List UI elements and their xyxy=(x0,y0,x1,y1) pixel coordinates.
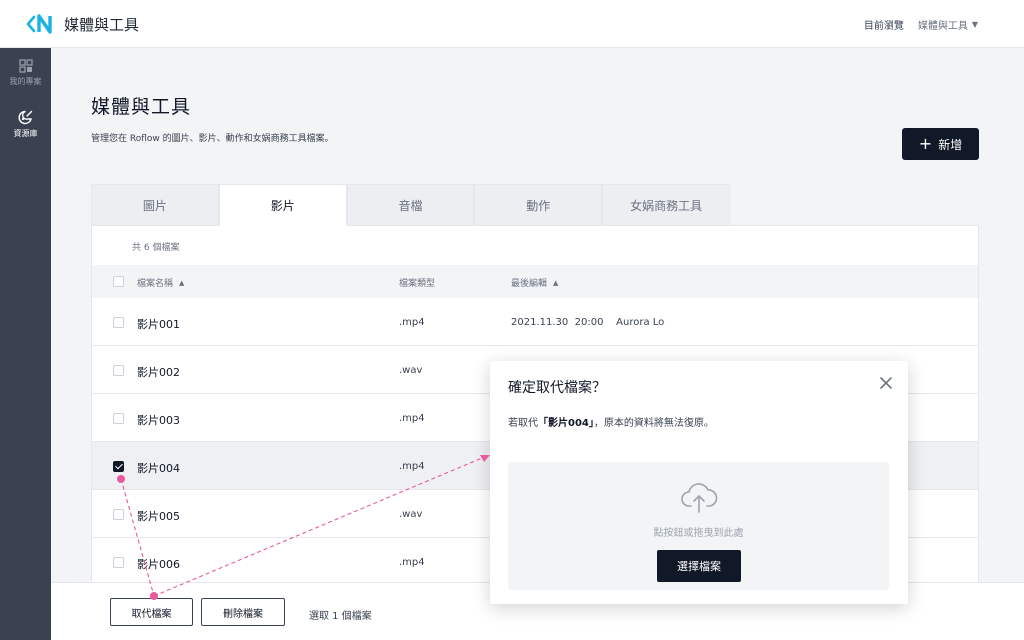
file-type: .mp4 xyxy=(399,557,425,568)
column-edited-label: 最後編輯 xyxy=(511,279,548,289)
row-checkbox[interactable] xyxy=(113,509,124,520)
file-type: .mp4 xyxy=(399,413,425,424)
sidebar-item-my-projects[interactable]: 我的專案 xyxy=(0,59,51,87)
view-switcher: 目前瀏覽 媒體與工具 ▼ xyxy=(864,17,978,32)
tab-commerce-tools[interactable]: 女娲商務工具 xyxy=(602,184,730,226)
row-checkbox[interactable] xyxy=(113,461,124,472)
replace-file-dialog: 確定取代檔案？ 若取代「影片004」，原本的資料將無法復原。 點按鈕或拖曳到此處… xyxy=(490,361,908,604)
table-row[interactable]: 影片001 .mp4 2021.11.30 20:00 Aurora Lo xyxy=(92,298,978,346)
top-bar: 媒體與工具 目前瀏覽 媒體與工具 ▼ xyxy=(0,0,1024,48)
replace-file-button[interactable]: 取代檔案 xyxy=(110,598,193,626)
media-tabs: 圖片 影片 音檔 動作 女娲商務工具 xyxy=(91,184,730,226)
row-checkbox[interactable] xyxy=(113,557,124,568)
roflow-logo-icon[interactable] xyxy=(26,12,56,36)
tab-images[interactable]: 圖片 xyxy=(91,184,219,226)
row-checkbox[interactable] xyxy=(113,365,124,376)
column-edited-header[interactable]: 最後編輯 ▲ xyxy=(511,276,559,290)
add-button[interactable]: + 新增 xyxy=(902,128,979,160)
file-type: .wav xyxy=(399,365,423,376)
file-type: .mp4 xyxy=(399,317,425,328)
file-name: 影片002 xyxy=(137,366,180,379)
file-type: .mp4 xyxy=(399,461,425,472)
sidebar: 我的專案 資源庫 xyxy=(0,48,51,640)
sort-icon: ▲ xyxy=(553,278,559,287)
file-last-edited: 2021.11.30 20:00 Aurora Lo xyxy=(511,317,665,328)
current-view-label: 目前瀏覽 xyxy=(863,21,904,32)
close-icon[interactable] xyxy=(878,375,894,391)
add-button-label: 新增 xyxy=(938,137,963,152)
dialog-message-file: 「影片004」 xyxy=(538,418,594,429)
tab-videos[interactable]: 影片 xyxy=(218,184,347,226)
column-type-header: 檔案類型 xyxy=(399,276,435,289)
dropzone-hint: 點按鈕或拖曳到此處 xyxy=(653,528,744,539)
file-dropzone[interactable]: 點按鈕或拖曳到此處 選擇檔案 xyxy=(508,462,889,590)
choose-file-button[interactable]: 選擇檔案 xyxy=(657,550,741,582)
select-all-checkbox[interactable] xyxy=(113,276,124,287)
page-description: 管理您在 Roflow 的圖片、影片、動作和女娲商務工具檔案。 xyxy=(91,134,334,144)
app-title: 媒體與工具 xyxy=(64,16,140,34)
row-checkbox[interactable] xyxy=(113,317,124,328)
file-count: 共 6 個檔案 xyxy=(132,243,180,253)
file-name: 影片005 xyxy=(137,510,180,523)
current-view-dropdown[interactable]: 媒體與工具 ▼ xyxy=(918,17,978,32)
sidebar-item-label: 我的專案 xyxy=(9,77,42,86)
dialog-message: 若取代「影片004」，原本的資料將無法復原。 xyxy=(508,414,714,429)
palette-icon xyxy=(18,110,33,125)
table-header: 檔案名稱 ▲ 檔案類型 最後編輯 ▲ xyxy=(92,265,978,298)
file-name: 影片004 xyxy=(137,462,180,475)
dialog-message-prefix: 若取代 xyxy=(508,418,538,429)
file-name: 影片006 xyxy=(137,558,180,571)
tab-actions[interactable]: 動作 xyxy=(474,184,603,226)
sidebar-item-library[interactable]: 資源庫 xyxy=(0,110,51,139)
dialog-message-suffix: ，原本的資料將無法復原。 xyxy=(593,418,714,429)
row-checkbox[interactable] xyxy=(113,413,124,424)
sort-icon: ▲ xyxy=(179,278,185,287)
file-type: .wav xyxy=(399,509,423,520)
sidebar-item-label: 資源庫 xyxy=(13,129,38,138)
file-name: 影片003 xyxy=(137,414,180,427)
tab-audio[interactable]: 音檔 xyxy=(346,184,475,226)
column-type-label: 檔案類型 xyxy=(399,279,436,289)
column-name-header[interactable]: 檔案名稱 ▲ xyxy=(137,276,185,290)
page-title: 媒體與工具 xyxy=(91,96,192,118)
selection-count: 選取 1 個檔案 xyxy=(309,611,372,622)
column-name-label: 檔案名稱 xyxy=(137,279,174,289)
plus-icon: + xyxy=(918,134,933,153)
dialog-title: 確定取代檔案？ xyxy=(508,380,606,396)
current-view-value: 媒體與工具 xyxy=(917,21,968,32)
grid-icon xyxy=(18,59,33,73)
cloud-upload-icon xyxy=(681,483,718,513)
delete-file-button[interactable]: 刪除檔案 xyxy=(201,598,285,626)
chevron-down-icon: ▼ xyxy=(971,20,978,29)
file-name: 影片001 xyxy=(137,318,180,331)
